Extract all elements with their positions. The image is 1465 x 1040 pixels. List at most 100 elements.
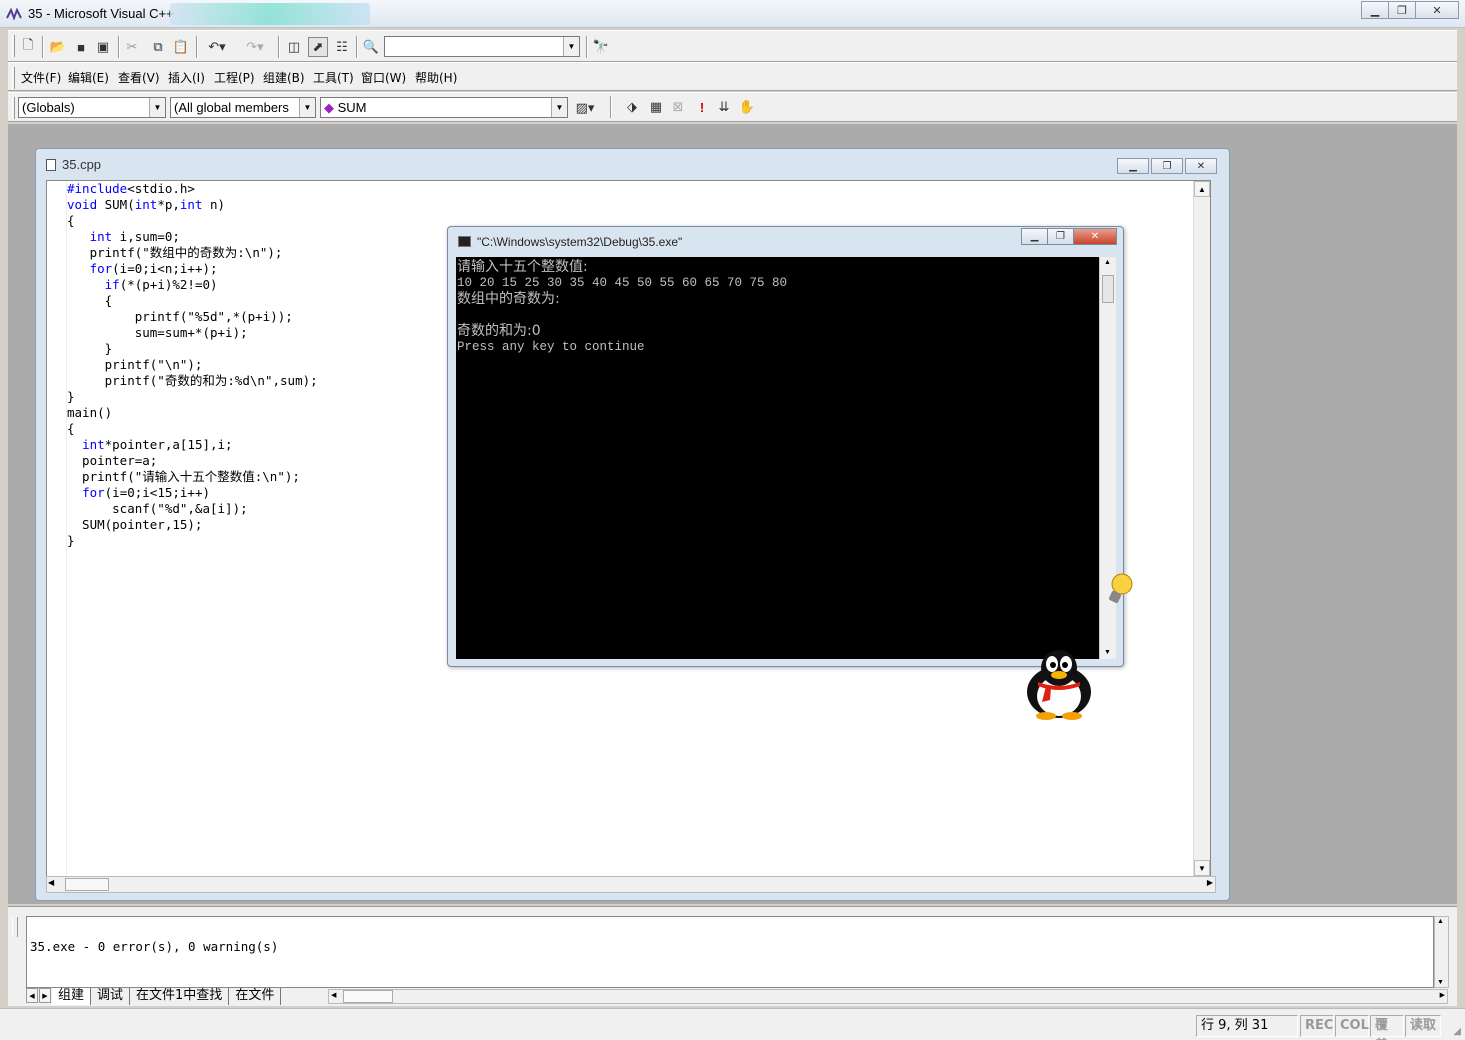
copy-icon[interactable]: ⧉ <box>148 37 168 57</box>
menu-help[interactable]: 帮助(H) <box>415 69 457 86</box>
new-file-icon[interactable]: 🗋 <box>18 37 38 57</box>
workspace-icon[interactable]: ◫ <box>284 37 304 57</box>
menu-build[interactable]: 组建(B) <box>263 69 305 86</box>
console-window[interactable]: "C:\Windows\system32\Debug\35.exe" ▁ ❐ ✕… <box>447 226 1124 667</box>
cut-icon[interactable]: ✂ <box>122 37 142 57</box>
code-line[interactable]: void SUM(int*p,int n) <box>67 197 318 213</box>
menu-project[interactable]: 工程(P) <box>214 69 255 86</box>
source-code[interactable]: #include<stdio.h> void SUM(int*p,int n){ … <box>67 181 318 549</box>
scroll-right-arrow-icon[interactable]: ▶ <box>1440 991 1445 999</box>
code-line[interactable]: printf("奇数的和为:%d\n",sum); <box>67 373 318 389</box>
code-line[interactable]: printf("%5d",*(p+i)); <box>67 309 318 325</box>
paste-icon[interactable]: 📋 <box>171 37 191 57</box>
tab-find-in-files-1[interactable]: 在文件1中查找 <box>130 988 230 1005</box>
stop-build-icon[interactable]: ⊠ <box>668 97 688 117</box>
minimize-button[interactable]: ▁ <box>1361 1 1389 19</box>
chevron-down-icon[interactable]: ▼ <box>563 37 579 56</box>
undo-icon[interactable]: ↶▾ <box>202 37 232 57</box>
editor-restore-button[interactable]: ❐ <box>1151 158 1183 174</box>
find-combo[interactable]: ▼ <box>384 36 580 57</box>
window-list-icon[interactable]: ☷ <box>332 37 352 57</box>
save-all-icon[interactable]: ▣ <box>93 37 113 57</box>
scroll-down-arrow-icon[interactable]: ▼ <box>1194 860 1210 876</box>
editor-horizontal-scrollbar[interactable]: ◀ ▶ <box>46 876 1216 893</box>
output-window-icon[interactable]: ⬈ <box>308 37 328 57</box>
qq-penguin-icon[interactable] <box>1018 648 1100 720</box>
scroll-up-arrow-icon[interactable]: ▲ <box>1194 181 1210 197</box>
menu-window[interactable]: 窗口(W) <box>361 69 406 86</box>
editor-vertical-scrollbar[interactable]: ▲ ▼ <box>1193 181 1210 876</box>
output-horizontal-scrollbar[interactable]: ◀ ▶ <box>328 989 1448 1004</box>
scroll-thumb[interactable] <box>343 990 393 1003</box>
code-line[interactable]: SUM(pointer,15); <box>67 517 318 533</box>
code-line[interactable]: } <box>67 533 318 549</box>
resize-grip-icon[interactable]: ◢ <box>1453 1026 1461 1037</box>
output-vertical-scrollbar[interactable]: ▲ ▼ <box>1434 916 1449 988</box>
scroll-right-arrow-icon[interactable]: ▶ <box>1207 878 1213 887</box>
code-line[interactable]: pointer=a; <box>67 453 318 469</box>
menu-tools[interactable]: 工具(T) <box>313 69 354 86</box>
go-debug-icon[interactable]: ⇊ <box>714 97 734 117</box>
function-combo[interactable]: ◆ SUM ▼ <box>320 97 568 118</box>
chevron-down-icon[interactable]: ▼ <box>299 98 315 117</box>
tab-debug[interactable]: 调试 <box>91 988 131 1005</box>
selection-margin[interactable] <box>47 181 67 876</box>
class-scope-combo[interactable]: (Globals) ▼ <box>18 97 166 118</box>
code-line[interactable]: } <box>67 389 318 405</box>
editor-close-button[interactable]: ✕ <box>1185 158 1217 174</box>
code-line[interactable]: scanf("%d",&a[i]); <box>67 501 318 517</box>
code-line[interactable]: { <box>67 293 318 309</box>
console-close-button[interactable]: ✕ <box>1073 228 1117 245</box>
code-line[interactable]: { <box>67 421 318 437</box>
maximize-button[interactable]: ❐ <box>1388 1 1416 19</box>
chevron-down-icon[interactable]: ▼ <box>149 98 165 117</box>
code-line[interactable]: printf("数组中的奇数为:\n"); <box>67 245 318 261</box>
redo-icon[interactable]: ↷▾ <box>240 37 270 57</box>
breakpoint-hand-icon[interactable]: ✋ <box>737 97 757 117</box>
execute-icon[interactable]: ! <box>692 97 712 117</box>
save-icon[interactable]: ■ <box>71 37 91 57</box>
tab-build[interactable]: 组建 <box>52 988 92 1005</box>
scroll-up-arrow-icon[interactable]: ▲ <box>1104 259 1111 266</box>
code-line[interactable]: printf("请输入十五个整数值:\n"); <box>67 469 318 485</box>
find-in-files-icon[interactable]: 🔍 <box>361 37 381 57</box>
editor-minimize-button[interactable]: ▁ <box>1117 158 1149 174</box>
menu-edit[interactable]: 编辑(E) <box>68 69 109 86</box>
console-maximize-button[interactable]: ❐ <box>1047 228 1074 245</box>
close-button[interactable]: ✕ <box>1415 1 1459 19</box>
search-binoculars-icon[interactable]: 🔭 <box>591 37 611 57</box>
toolbar-grip[interactable] <box>12 35 15 57</box>
code-line[interactable]: int i,sum=0; <box>67 229 318 245</box>
scroll-down-arrow-icon[interactable]: ▼ <box>1104 649 1111 656</box>
scroll-thumb[interactable] <box>65 878 109 891</box>
code-line[interactable]: int*pointer,a[15],i; <box>67 437 318 453</box>
wizard-actions-icon[interactable]: ▨▾ <box>570 98 600 118</box>
code-line[interactable]: { <box>67 213 318 229</box>
tab-last-arrow-icon[interactable]: ▶ <box>39 988 51 1003</box>
scroll-left-arrow-icon[interactable]: ◀ <box>48 878 54 887</box>
open-folder-icon[interactable]: 📂 <box>48 37 68 57</box>
menu-file[interactable]: 文件(F) <box>21 69 61 86</box>
menubar-grip[interactable] <box>12 67 15 89</box>
wizardbar-grip[interactable] <box>12 97 15 119</box>
scroll-left-arrow-icon[interactable]: ◀ <box>331 991 336 999</box>
output-text-area[interactable]: 35.exe - 0 error(s), 0 warning(s) <box>26 916 1434 988</box>
code-line[interactable]: for(i=0;i<n;i++); <box>67 261 318 277</box>
code-line[interactable]: for(i=0;i<15;i++) <box>67 485 318 501</box>
scroll-down-arrow-icon[interactable]: ▼ <box>1437 979 1444 986</box>
build-icon[interactable]: ▦ <box>646 97 666 117</box>
scroll-up-arrow-icon[interactable]: ▲ <box>1437 918 1444 925</box>
code-line[interactable]: printf("\n"); <box>67 357 318 373</box>
chevron-down-icon[interactable]: ▼ <box>551 98 567 117</box>
code-line[interactable]: } <box>67 341 318 357</box>
console-output[interactable]: 请输入十五个整数值: 10 20 15 25 30 35 40 45 50 55 … <box>456 257 1099 659</box>
scroll-thumb[interactable] <box>1102 275 1114 303</box>
code-line[interactable]: if(*(p+i)%2!=0) <box>67 277 318 293</box>
code-line[interactable]: main() <box>67 405 318 421</box>
lightbulb-tip-icon[interactable] <box>1106 572 1134 606</box>
tab-first-arrow-icon[interactable]: ◀ <box>26 988 38 1003</box>
code-line[interactable]: sum=sum+*(p+i); <box>67 325 318 341</box>
tab-find-in-files-2[interactable]: 在文件 <box>229 988 282 1005</box>
menu-view[interactable]: 查看(V) <box>118 69 160 86</box>
menu-insert[interactable]: 插入(I) <box>168 69 205 86</box>
